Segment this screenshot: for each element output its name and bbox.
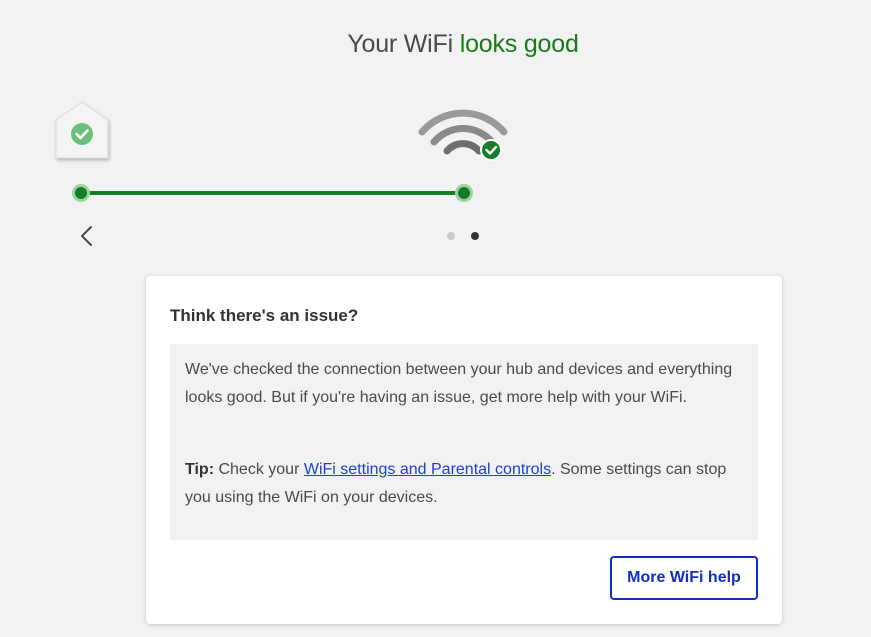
- wifi-status-page: Your WiFi looks good Think there's an is…: [0, 0, 871, 637]
- house-hub-icon: [52, 100, 118, 164]
- info-paragraph: We've checked the connection between you…: [185, 361, 733, 406]
- hub-node: [75, 187, 87, 199]
- wifi-settings-link[interactable]: WiFi settings and Parental controls: [304, 461, 551, 478]
- carousel-dot-1[interactable]: [447, 232, 455, 240]
- info-box: We've checked the connection between you…: [170, 344, 758, 540]
- more-wifi-help-button[interactable]: More WiFi help: [610, 556, 758, 600]
- tip-label: Tip:: [185, 461, 215, 478]
- check-circle-icon: [71, 123, 93, 145]
- carousel-dots: [447, 232, 479, 240]
- carousel-dot-2[interactable]: [471, 232, 479, 240]
- issue-card: Think there's an issue? We've checked th…: [146, 276, 782, 624]
- title-highlight: looks good: [459, 30, 579, 58]
- title-prefix: Your WiFi: [347, 30, 460, 58]
- card-heading: Think there's an issue?: [170, 306, 359, 325]
- page-title: Your WiFi looks good: [0, 30, 871, 59]
- tip-paragraph: Tip: Check your WiFi settings and Parent…: [185, 456, 735, 512]
- tip-text-before: Check your: [214, 461, 304, 478]
- connection-line: [80, 191, 464, 195]
- check-circle-icon: [480, 139, 502, 161]
- wifi-signal-icon: [416, 104, 510, 164]
- chevron-left-icon[interactable]: [76, 224, 98, 248]
- wifi-node: [458, 187, 470, 199]
